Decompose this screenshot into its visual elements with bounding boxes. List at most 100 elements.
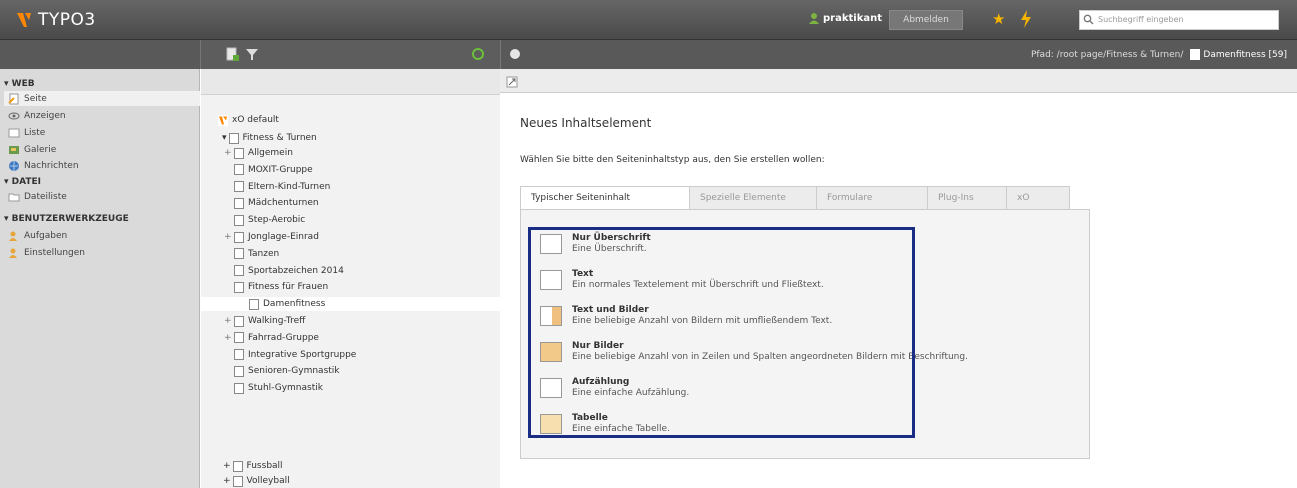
page-icon [234,365,244,377]
page-icon [234,265,244,277]
page-icon [228,132,239,144]
content-element-description: Eine Überschrift. [572,244,647,254]
tree-item[interactable]: Sportabzeichen 2014 [234,264,344,278]
user-menu[interactable]: praktikant [808,12,882,24]
tree-item[interactable]: Stuhl-Gymnastik [234,381,323,395]
tree-item[interactable]: Step-Aerobic [234,213,305,227]
typo3-logo[interactable]: TYPO3 [14,8,96,32]
tree-item-label: Stuhl-Gymnastik [248,383,323,394]
section-files[interactable]: ▾ DATEI [4,177,41,187]
close-document-icon[interactable] [506,76,518,88]
tree-item[interactable]: + Fahrrad-Gruppe [224,331,319,345]
tree-item-label: Fahrrad-Gruppe [248,332,319,343]
module-seite[interactable]: Seite [4,91,200,106]
logo-text: TYPO3 [38,10,96,30]
bookmarks-star-icon[interactable]: ★ [992,11,1005,27]
clear-cache-bolt-icon[interactable] [1019,10,1033,28]
tree-item-fussball[interactable]: + Fussball [223,459,283,473]
refresh-icon[interactable] [471,47,485,61]
content-element-description: Eine einfache Aufzählung. [572,388,690,398]
settings-user-icon [9,248,17,258]
tab-spezielle-elemente[interactable]: Spezielle Elemente [689,186,817,210]
page-icon [234,164,244,176]
tree-item[interactable]: Mädchenturnen [234,196,319,210]
tree-item-fitness-turnen[interactable]: ▾ Fitness & Turnen [222,131,317,145]
module-label: Liste [24,127,46,138]
content-element-name: Text und Bilder [572,305,649,315]
tree-root[interactable]: xO default [218,113,279,127]
content-element-icon [540,234,562,254]
module-galerie[interactable]: Galerie [9,142,198,157]
expand-icon[interactable]: + [224,232,232,242]
tree-item[interactable]: Fitness für Frauen [234,280,328,294]
tree-item[interactable]: Damenfitness [201,297,500,312]
page-icon [232,475,243,487]
page-icon [234,315,244,327]
tab-plugins[interactable]: Plug-Ins [927,186,1007,210]
module-liste[interactable]: Liste [8,125,198,140]
content-element-icon [540,378,562,398]
page-icon [232,460,243,472]
page-icon [234,349,244,361]
module-anzeigen[interactable]: Anzeigen [8,108,198,123]
search-icon [1083,14,1094,25]
logout-button[interactable]: Abmelden [889,10,963,30]
list-icon [8,128,20,137]
new-page-icon[interactable] [225,47,239,61]
tree-item-label: MOXIT-Gruppe [248,164,313,175]
tree-item[interactable]: + Walking-Treff [224,314,306,328]
tree-item-label: Allgemein [248,148,293,158]
content-element-option[interactable]: Nur Überschrift Eine Überschrift. [540,233,1080,269]
module-dateiliste[interactable]: Dateiliste [8,189,198,204]
module-label: Dateiliste [24,191,67,202]
page-icon [234,181,244,193]
content-element-option[interactable]: Nur Bilder Eine beliebige Anzahl von in Z… [540,341,1080,377]
tree-item-volleyball[interactable]: + Volleyball [223,474,290,488]
expand-icon[interactable]: + [224,316,232,326]
tree-item[interactable]: Tanzen [234,247,279,261]
tree-item-label: Integrative Sportgruppe [248,349,357,360]
content-type-tabs: Typischer Seiteninhalt Spezielle Element… [520,186,1070,211]
page-doc-icon [1190,49,1201,60]
filter-icon[interactable] [245,47,259,61]
tree-item-label: Tanzen [248,248,280,259]
tree-item[interactable]: Integrative Sportgruppe [234,348,356,362]
module-aufgaben[interactable]: Aufgaben [9,228,198,243]
page-icon [234,197,244,209]
expand-icon[interactable]: + [224,333,232,343]
collapse-icon[interactable]: ▾ [222,133,227,143]
module-label: Aufgaben [24,230,68,241]
page-icon [234,281,244,293]
tree-item-label: Senioren-Gymnastik [248,366,340,377]
tree-item[interactable]: MOXIT-Gruppe [234,163,313,177]
page-icon [234,248,244,260]
tree-item[interactable]: + Allgemein [224,146,293,160]
content-element-option[interactable]: Aufzählung Eine einfache Aufzählung. [540,377,1080,413]
expand-icon[interactable]: + [223,461,231,471]
page-icon [234,147,244,159]
module-label: Nachrichten [24,160,79,171]
tree-item[interactable]: Eltern-Kind-Turnen [234,180,330,194]
section-web[interactable]: ▾ WEB [4,79,35,89]
tab-xo[interactable]: xO [1006,186,1070,210]
expand-icon[interactable]: + [224,148,232,158]
module-einstellungen[interactable]: Einstellungen [9,245,198,260]
section-user-tools[interactable]: ▾ BENUTZERWERKZEUGE [4,214,129,224]
content-element-option[interactable]: Tabelle Eine einfache Tabelle. [540,413,1080,435]
content-element-description: Eine beliebige Anzahl von Bildern mit um… [572,316,833,326]
tab-typischer-seiteninhalt[interactable]: Typischer Seiteninhalt [520,186,690,211]
breadcrumb-path: Pfad: /root page/Fitness & Turnen/ [1030,49,1184,60]
search-input[interactable]: Suchbegriff eingeben [1079,10,1279,30]
content-element-name: Nur Bilder [572,341,624,351]
tree-item-label: Jonglage-Einrad [248,232,319,242]
tree-item-label: Walking-Treff [248,316,306,326]
expand-icon[interactable]: + [223,476,231,486]
tree-item[interactable]: + Jonglage-Einrad [224,230,319,244]
module-nachrichten[interactable]: Nachrichten [9,158,198,173]
content-element-option[interactable]: Text und Bilder Eine beliebige Anzahl von… [540,305,1080,341]
typo3-logo-icon [17,13,31,27]
content-element-option[interactable]: Text Ein normales Textelement mit Übersch… [540,269,1080,305]
tree-item[interactable]: Senioren-Gymnastik [234,364,340,378]
page-info-icon[interactable] [508,47,522,61]
tab-formulare[interactable]: Formulare [816,186,928,210]
